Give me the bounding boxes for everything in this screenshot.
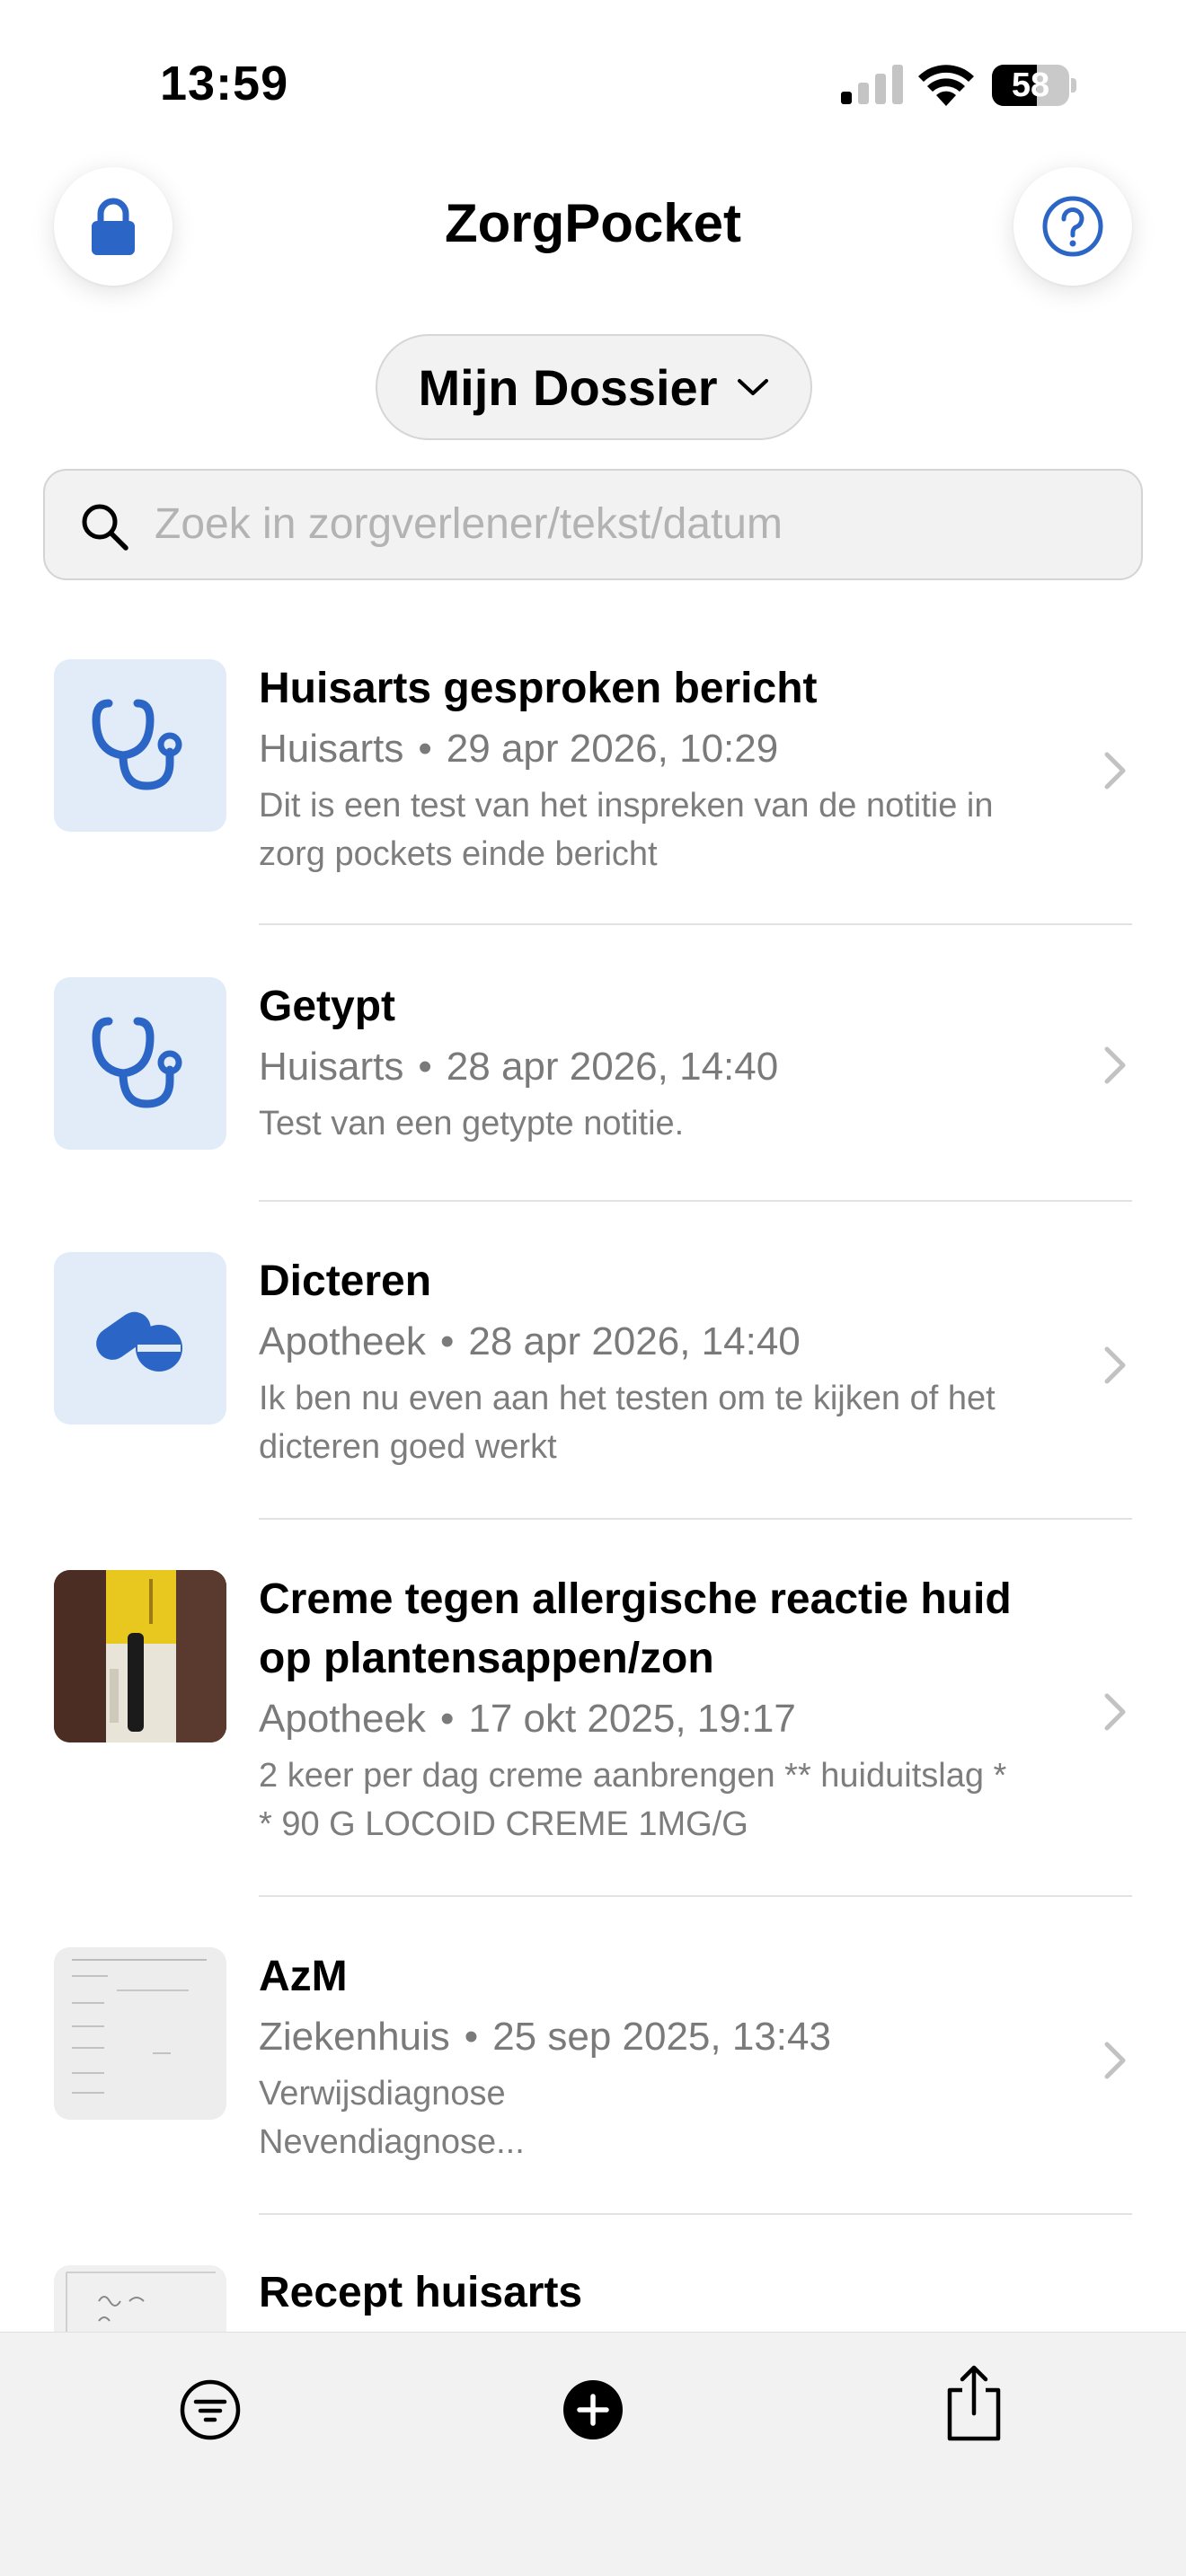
divider — [259, 923, 1132, 925]
divider — [259, 1518, 1132, 1520]
list-item-description: 2 keer per dag creme aanbrengen ** huidu… — [259, 1757, 1007, 1843]
battery-icon: 58 — [992, 65, 1076, 106]
list-item-date: 29 apr 2026, 10:29 — [446, 727, 779, 771]
list-item-title: AzM — [259, 1953, 348, 2000]
list-item-description: Test van een getypte notitie. — [259, 1105, 685, 1142]
chevron-down-icon — [738, 379, 769, 395]
divider — [259, 1895, 1132, 1897]
list-item-title: Creme tegen allergische reactie huid op … — [259, 1575, 1012, 1682]
share-button[interactable] — [931, 2360, 1017, 2446]
list-item-title: Dicteren — [259, 1257, 432, 1305]
filter-button[interactable] — [167, 2367, 253, 2453]
divider — [259, 1200, 1132, 1202]
add-button[interactable] — [550, 2367, 636, 2453]
list-item[interactable]: Recept huisarts — [0, 2263, 1186, 2332]
question-circle-icon — [1042, 196, 1103, 257]
status-time: 13:59 — [160, 57, 289, 110]
list-item-date: 25 sep 2025, 13:43 — [492, 2015, 831, 2059]
list-item-description: Dit is een test van het inspreken van de… — [259, 787, 994, 873]
cellular-signal-icon — [841, 65, 903, 104]
status-bar: 13:59 58 — [0, 0, 1186, 171]
stethoscope-icon — [92, 1017, 182, 1108]
divider — [259, 2213, 1132, 2215]
chevron-right-icon — [1104, 2042, 1126, 2079]
list-item[interactable]: Dicteren Apotheek • 28 apr 2026, 14:40 Ik … — [0, 1252, 1186, 1518]
help-button[interactable] — [1013, 167, 1132, 286]
chevron-right-icon — [1104, 1693, 1126, 1731]
search-input[interactable]: Zoek in zorgverlener/tekst/datum — [43, 469, 1143, 580]
list-item-thumbnail — [54, 1252, 226, 1425]
list-item[interactable]: AzM Ziekenhuis • 25 sep 2025, 13:43 Verwij… — [0, 1947, 1186, 2213]
handwritten-thumbnail — [54, 2265, 226, 2332]
list-item-date: 17 okt 2025, 19:17 — [468, 1697, 796, 1741]
share-icon — [947, 2365, 1001, 2441]
list-item-date: 28 apr 2026, 14:40 — [468, 1319, 801, 1363]
photo-thumbnail — [54, 1570, 226, 1742]
list-item-title: Huisarts gesproken bericht — [259, 665, 818, 712]
list-item-title: Getypt — [259, 983, 396, 1030]
chevron-right-icon — [1104, 1346, 1126, 1384]
plus-circle-icon — [563, 2380, 623, 2439]
list-item-provider: Apotheek — [259, 1319, 426, 1363]
list-item[interactable]: Huisarts gesproken bericht Huisarts • 29 a… — [0, 659, 1186, 923]
app-title: ZorgPocket — [444, 193, 742, 253]
battery-percentage: 58 — [1011, 66, 1050, 104]
list-item-meta: Huisarts • 29 apr 2026, 10:29 — [259, 727, 779, 771]
dossier-label: Mijn Dossier — [418, 358, 718, 416]
document-thumbnail — [54, 1947, 226, 2120]
list-item-meta: Apotheek • 17 okt 2025, 19:17 — [259, 1697, 796, 1741]
list-item-meta: Ziekenhuis • 25 sep 2025, 13:43 — [259, 2015, 831, 2059]
list-item-title: Recept huisarts — [259, 2269, 583, 2316]
list-item-thumbnail — [54, 977, 226, 1150]
search-icon — [82, 504, 128, 551]
list-item-meta: Huisarts • 28 apr 2026, 14:40 — [259, 1045, 779, 1089]
list-item-provider: Apotheek — [259, 1697, 426, 1741]
stethoscope-icon — [92, 699, 182, 790]
search-placeholder: Zoek in zorgverlener/tekst/datum — [155, 500, 783, 548]
pills-icon — [96, 1311, 182, 1372]
list-item-description: Verwijsdiagnose Nevendiagnose... — [259, 2075, 525, 2161]
chevron-right-icon — [1104, 752, 1126, 790]
list-item-meta: Apotheek • 28 apr 2026, 14:40 — [259, 1319, 801, 1363]
list-item-date: 28 apr 2026, 14:40 — [446, 1045, 779, 1089]
list-item-provider: Huisarts — [259, 1045, 404, 1089]
list-item[interactable]: Creme tegen allergische reactie huid op … — [0, 1570, 1186, 1895]
dossier-selector[interactable]: Mijn Dossier — [376, 334, 812, 440]
app-screen: 13:59 58 ZorgPocket Mijn Dossier Zoek in… — [0, 0, 1186, 2576]
bottom-toolbar — [0, 2332, 1186, 2576]
chevron-right-icon — [1104, 1046, 1126, 1084]
list-item-thumbnail — [54, 659, 226, 832]
list-item-provider: Ziekenhuis — [259, 2015, 450, 2059]
list-item-provider: Huisarts — [259, 727, 404, 771]
list-item-description: Ik ben nu even aan het testen om te kijk… — [259, 1380, 996, 1466]
wifi-icon — [918, 65, 974, 106]
filter-icon — [180, 2379, 241, 2440]
list-item[interactable]: Getypt Huisarts • 28 apr 2026, 14:40 Test … — [0, 977, 1186, 1200]
